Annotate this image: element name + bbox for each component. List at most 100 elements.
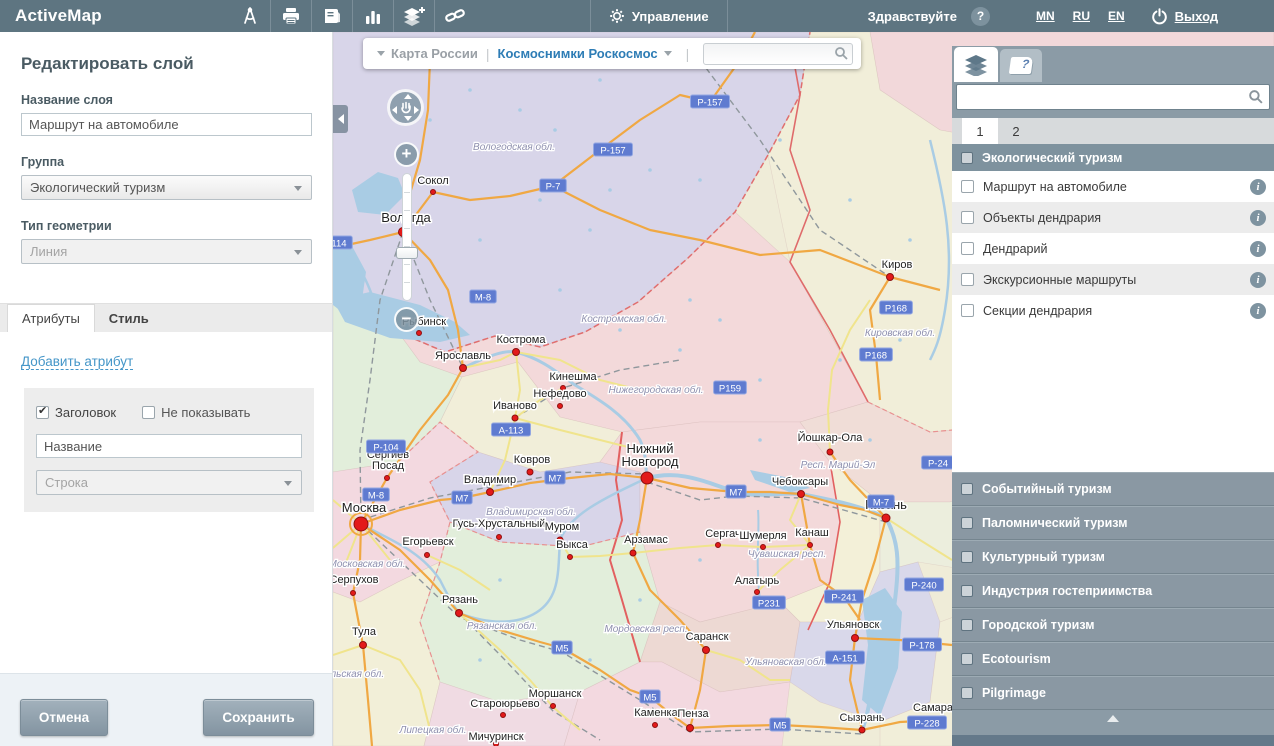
city-marker	[431, 190, 436, 195]
layer-name: Экскурсионные маршруты	[983, 273, 1241, 287]
lang-mn[interactable]: MN	[1036, 9, 1055, 23]
info-icon[interactable]: i	[1250, 303, 1266, 319]
base-layer-select[interactable]: Карта России	[391, 46, 478, 61]
city-label: Йошкар-Ола	[798, 431, 864, 444]
layer-group-header[interactable]: Городской туризм	[952, 608, 1274, 642]
active-layer-caret-icon[interactable]	[664, 51, 672, 56]
group-checkbox[interactable]	[961, 483, 973, 495]
layer-group-items: Маршрут на автомобилеiОбъекты дендрарияi…	[952, 171, 1274, 472]
tab-style[interactable]: Стиль	[95, 304, 163, 332]
layer-item-row[interactable]: Маршрут на автомобилеi	[952, 171, 1274, 202]
link-icon[interactable]	[435, 0, 475, 32]
logout-label: Выход	[1175, 9, 1218, 24]
layer-group-header[interactable]: Экологический туризм	[952, 144, 1274, 171]
city-marker	[687, 725, 694, 732]
city-marker	[460, 365, 467, 372]
add-attribute-link[interactable]: Добавить атрибут	[21, 354, 133, 370]
group-checkbox[interactable]	[961, 687, 973, 699]
layer-name-input[interactable]	[21, 113, 312, 136]
map-search-input[interactable]	[703, 43, 853, 65]
layer-group-header[interactable]: Pilgrimage	[952, 676, 1274, 710]
logout-button[interactable]: Выход	[1151, 8, 1218, 25]
layer-item-row[interactable]: Объекты дендрарияi	[952, 202, 1274, 233]
layer-checkbox[interactable]	[961, 242, 974, 255]
zoom-slider[interactable]	[402, 173, 412, 301]
city-label: Гусь-Хрустальный	[452, 518, 545, 530]
measure-icon[interactable]	[230, 0, 270, 32]
info-icon[interactable]: i	[1250, 241, 1266, 257]
page-2[interactable]: 2	[998, 118, 1034, 144]
tab-layers[interactable]	[954, 47, 998, 82]
layer-checkbox[interactable]	[961, 211, 974, 224]
group-checkbox[interactable]	[961, 152, 973, 164]
group-checkbox[interactable]	[961, 517, 973, 529]
lang-ru[interactable]: RU	[1073, 9, 1090, 23]
info-icon[interactable]: i	[1250, 179, 1266, 195]
group-checkbox[interactable]	[961, 585, 973, 597]
tab-attributes[interactable]: Атрибуты	[7, 304, 95, 332]
city-marker	[360, 642, 367, 649]
title-checkbox[interactable]	[36, 406, 49, 419]
group-checkbox[interactable]	[961, 619, 973, 631]
group-checkbox[interactable]	[961, 551, 973, 563]
city-marker	[497, 535, 502, 540]
road-shield-label: М-8	[368, 491, 384, 502]
layer-checkbox[interactable]	[961, 304, 974, 317]
road-shield-label: Р-178	[909, 641, 934, 652]
layer-group-header[interactable]: Индустрия гостеприимства	[952, 574, 1274, 608]
city-label: Кострома	[497, 334, 547, 346]
separator: |	[486, 46, 490, 62]
group-select[interactable]: Экологический туризм	[21, 175, 312, 200]
city-marker	[558, 404, 563, 409]
chart-icon[interactable]	[353, 0, 393, 32]
info-icon[interactable]: i	[1250, 210, 1266, 226]
header-toolbar	[230, 0, 475, 32]
zoom-slider-handle[interactable]	[396, 247, 418, 259]
base-layer-caret-icon[interactable]	[377, 51, 385, 56]
management-label: Управление	[632, 9, 709, 24]
attributes-style-tabs: Атрибуты Стиль	[0, 303, 332, 332]
attribute-name-input[interactable]	[36, 434, 302, 458]
city-marker	[641, 472, 653, 484]
zoom-in-button[interactable]: +	[394, 142, 419, 167]
info-icon[interactable]: i	[1250, 272, 1266, 288]
region-label: Нижегородская обл.	[608, 384, 703, 396]
tab-legend[interactable]: ?	[1000, 49, 1042, 82]
collapse-left-panel-button[interactable]	[333, 105, 348, 133]
cancel-button[interactable]: Отмена	[20, 699, 108, 736]
help-badge[interactable]: ?	[971, 7, 990, 26]
region-label: Чувашская респ.	[748, 549, 826, 560]
print-icon[interactable]	[271, 0, 311, 32]
road-shield-label: 114	[333, 239, 347, 250]
layer-group-header[interactable]: Паломнический туризм	[952, 506, 1274, 540]
atlas-icon[interactable]	[312, 0, 352, 32]
gear-icon	[609, 8, 625, 24]
save-button[interactable]: Сохранить	[203, 699, 314, 736]
group-label: Паломнический туризм	[982, 516, 1127, 530]
layer-group-header[interactable]: Культурный туризм	[952, 540, 1274, 574]
road-shield-label: М5	[555, 644, 568, 655]
layer-group-header[interactable]: Событийный туризм	[952, 472, 1274, 506]
collapse-panel-button[interactable]	[952, 710, 1274, 726]
management-button[interactable]: Управление	[590, 0, 728, 32]
search-icon[interactable]	[834, 46, 849, 61]
layer-item-row[interactable]: Дендрарий i	[952, 233, 1274, 264]
layers-search-input[interactable]	[956, 84, 1270, 110]
layer-item-row[interactable]: Секции дендрарияi	[952, 295, 1274, 326]
active-layer-select[interactable]: Космоснимки Роскосмос	[498, 46, 658, 61]
layer-checkbox[interactable]	[961, 180, 974, 193]
lang-en[interactable]: EN	[1108, 9, 1125, 23]
zoom-out-button[interactable]: −	[394, 307, 419, 332]
layer-group-header[interactable]: Ecotourism	[952, 642, 1274, 676]
group-select-value: Экологический туризм	[30, 180, 165, 195]
layer-item-row[interactable]: Экскурсионные маршруты i	[952, 264, 1274, 295]
layer-name: Дендрарий	[983, 242, 1241, 256]
layer-checkbox[interactable]	[961, 273, 974, 286]
map-pan-control[interactable]	[387, 89, 424, 126]
hide-checkbox[interactable]	[142, 406, 155, 419]
add-layer-icon[interactable]	[394, 0, 434, 32]
region-label: Московская обл.	[333, 558, 405, 570]
page-1[interactable]: 1	[962, 118, 998, 144]
search-icon[interactable]	[1248, 89, 1264, 105]
group-checkbox[interactable]	[961, 653, 973, 665]
